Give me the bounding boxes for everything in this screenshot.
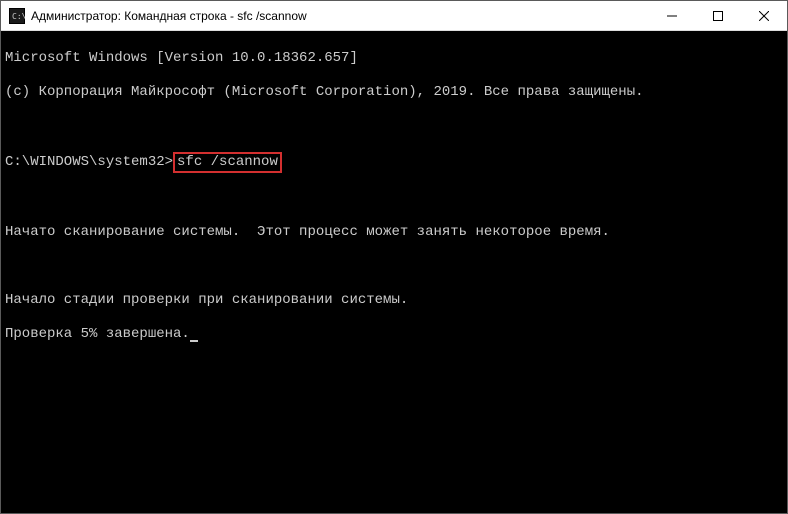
command-prompt-window: C:\ Администратор: Командная строка - sf… [0,0,788,514]
close-button[interactable] [741,1,787,30]
progress-text: Проверка 5% завершена. [5,326,190,342]
console-output[interactable]: Microsoft Windows [Version 10.0.18362.65… [1,31,787,513]
console-line: Microsoft Windows [Version 10.0.18362.65… [5,50,783,67]
console-line [5,118,783,135]
console-line: Начало стадии проверки при сканировании … [5,292,783,309]
titlebar[interactable]: C:\ Администратор: Командная строка - sf… [1,1,787,31]
maximize-button[interactable] [695,1,741,30]
console-line [5,190,783,207]
console-line: Начато сканирование системы. Этот процес… [5,224,783,241]
window-controls [649,1,787,30]
svg-text:C:\: C:\ [12,12,25,21]
console-line: (c) Корпорация Майкрософт (Microsoft Cor… [5,84,783,101]
cmd-icon: C:\ [9,8,25,24]
prompt-line: C:\WINDOWS\system32>sfc /scannow [5,152,783,173]
window-title: Администратор: Командная строка - sfc /s… [31,9,649,23]
console-line [5,258,783,275]
console-line: Проверка 5% завершена. [5,326,783,343]
prompt-path: C:\WINDOWS\system32> [5,154,173,171]
cursor-icon [190,340,198,342]
minimize-button[interactable] [649,1,695,30]
command-highlight: sfc /scannow [173,152,282,173]
